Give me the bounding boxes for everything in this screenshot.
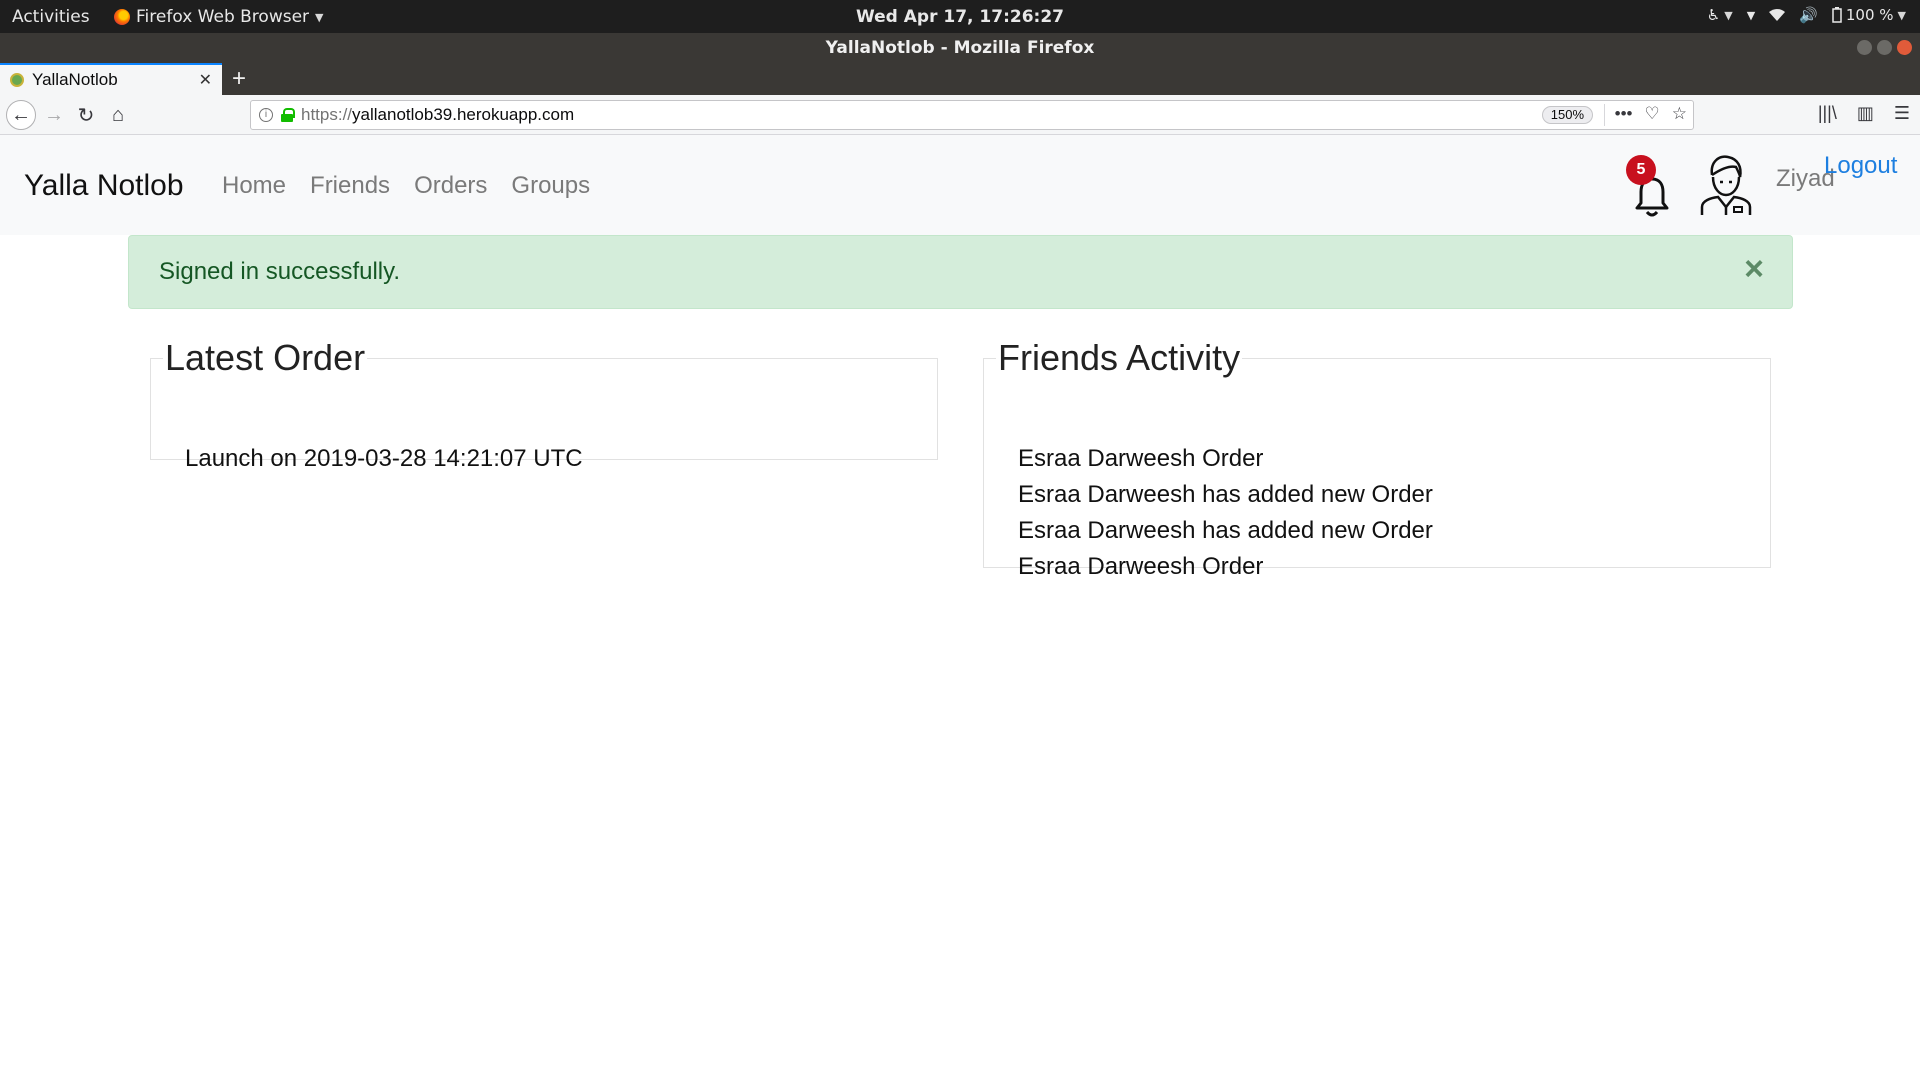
app-menu[interactable]: Firefox Web Browser ▼ [114, 7, 324, 27]
latest-order-title: Latest Order [165, 337, 366, 378]
browser-toolbar: ← → ↻ ⌂ i https://yallanotlob39.herokuap… [0, 95, 1920, 135]
system-top-panel: Activities Firefox Web Browser ▼ Wed Apr… [0, 0, 1920, 33]
info-icon[interactable]: i [259, 108, 273, 122]
app-menu-label: Firefox Web Browser [136, 7, 310, 27]
forward-arrow-icon[interactable]: → [40, 101, 68, 129]
window-titlebar[interactable]: YallaNotlob - Mozilla Firefox [0, 33, 1920, 63]
firefox-icon [114, 9, 130, 25]
latest-order-item[interactable]: Launch on 2019-03-28 14:21:07 UTC [185, 441, 583, 477]
minimize-button[interactable] [1857, 40, 1872, 55]
site-brand[interactable]: Yalla Notlob [24, 169, 184, 203]
friend-activity-item[interactable]: Esraa Darweesh Order [1018, 549, 1433, 585]
friend-activity-item[interactable]: Esraa Darweesh has added new Order [1018, 477, 1433, 513]
nav-home-link[interactable]: Home [222, 172, 286, 200]
friends-activity-title: Friends Activity [998, 337, 1241, 378]
volume-icon[interactable]: 🔊 [1799, 6, 1818, 24]
new-tab-icon[interactable]: + [232, 65, 246, 93]
latest-order-card: Latest Order Launch on 2019-03-28 14:21:… [150, 337, 938, 472]
alert-message: Signed in successfully. [159, 258, 401, 285]
lock-icon[interactable] [281, 108, 295, 122]
home-icon[interactable]: ⌂ [104, 101, 132, 129]
page-actions-icon[interactable]: ••• [1615, 104, 1633, 124]
url-separator [1604, 104, 1605, 126]
notification-count-badge: 5 [1626, 155, 1656, 185]
friend-activity-item[interactable]: Esraa Darweesh Order [1018, 441, 1433, 477]
url-text[interactable]: https://yallanotlob39.herokuapp.com [301, 105, 574, 125]
chevron-down-icon: ▼ [315, 10, 324, 24]
site-navbar: Yalla Notlob Home Friends Orders Groups … [0, 135, 1920, 235]
url-bar[interactable]: i https://yallanotlob39.herokuapp.com 15… [250, 100, 1694, 130]
accessibility-icon[interactable]: ♿ ▼ [1707, 6, 1733, 24]
alert-close-icon[interactable]: × [1744, 250, 1764, 289]
logout-link[interactable]: Logout [1824, 152, 1897, 180]
tab-title: YallaNotlob [32, 70, 118, 89]
nav-friends-link[interactable]: Friends [310, 172, 390, 200]
battery-indicator[interactable]: 100 % ▼ [1832, 6, 1906, 24]
nav-groups-link[interactable]: Groups [511, 172, 590, 200]
zoom-level-button[interactable]: 150% [1541, 106, 1593, 124]
tab-strip: YallaNotlob ✕ + [0, 63, 1920, 95]
battery-icon [1832, 7, 1842, 23]
wifi-icon[interactable] [1769, 8, 1786, 22]
notifications-button[interactable]: 5 [1626, 145, 1676, 225]
activities-button[interactable]: Activities [12, 7, 90, 27]
close-window-button[interactable] [1897, 40, 1912, 55]
sidebar-icon[interactable]: ▥ [1857, 103, 1874, 124]
back-arrow-icon[interactable]: ← [6, 100, 36, 130]
hamburger-menu-icon[interactable]: ☰ [1894, 103, 1910, 124]
window-title: YallaNotlob - Mozilla Firefox [825, 38, 1095, 58]
library-icon[interactable]: |||\ [1818, 103, 1837, 124]
system-tray[interactable]: ♿ ▼ ▼ 🔊 100 % ▼ [1707, 6, 1906, 24]
success-alert: Signed in successfully. × [128, 235, 1793, 309]
chevron-down-icon[interactable]: ▼ [1747, 9, 1755, 22]
nav-orders-link[interactable]: Orders [414, 172, 487, 200]
user-avatar-icon[interactable] [1698, 153, 1754, 215]
pocket-icon[interactable]: ♡ [1645, 104, 1660, 124]
favicon-icon [10, 73, 24, 87]
maximize-button[interactable] [1877, 40, 1892, 55]
chevron-down-icon: ▼ [1897, 8, 1906, 22]
clock[interactable]: Wed Apr 17, 17:26:27 [856, 7, 1064, 27]
friends-activity-card: Friends Activity Esraa Darweesh Order Es… [983, 337, 1771, 580]
close-tab-icon[interactable]: ✕ [199, 70, 212, 90]
page-content: Yalla Notlob Home Friends Orders Groups … [0, 135, 1920, 1080]
friend-activity-item[interactable]: Esraa Darweesh has added new Order [1018, 513, 1433, 549]
battery-label: 100 % [1845, 6, 1894, 24]
bookmark-star-icon[interactable]: ☆ [1672, 104, 1687, 124]
browser-tab[interactable]: YallaNotlob ✕ [0, 63, 222, 95]
reload-icon[interactable]: ↻ [72, 101, 100, 129]
